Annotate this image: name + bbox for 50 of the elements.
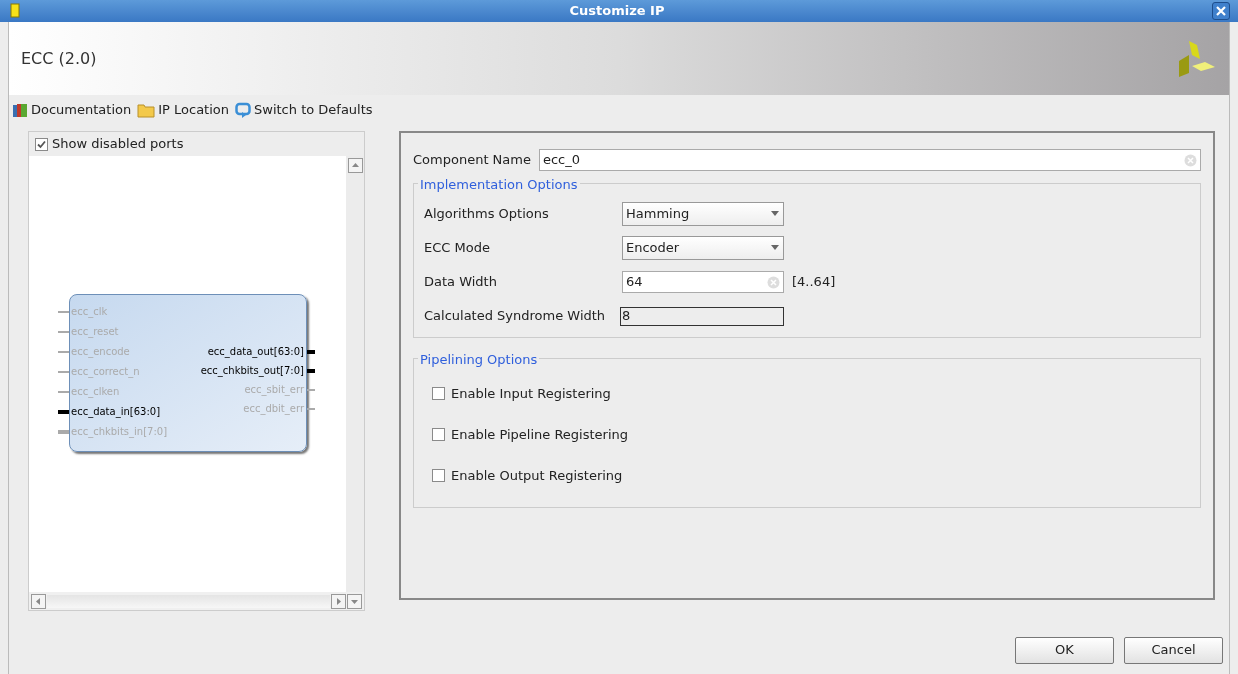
input-field[interactable]: 64 bbox=[622, 271, 784, 293]
checkbox-label: Enable Pipeline Registering bbox=[451, 425, 629, 444]
scroll-right-icon[interactable] bbox=[331, 593, 346, 609]
port-label: ecc_chkbits_out[7:0] bbox=[200, 365, 304, 377]
caret-icon bbox=[770, 245, 780, 251]
field-label: Component Name bbox=[413, 151, 531, 170]
field-label: Calculated Syndrome Width bbox=[424, 307, 607, 326]
scroll-up-icon[interactable] bbox=[347, 158, 363, 173]
checkbox[interactable] bbox=[432, 428, 445, 441]
toolbar-button[interactable]: IP Location bbox=[137, 100, 229, 120]
port-label: ecc_reset bbox=[71, 326, 119, 338]
checkbox-label: Enable Output Registering bbox=[451, 466, 623, 485]
logo-icon bbox=[1177, 38, 1217, 79]
range-hint: [4..64] bbox=[792, 273, 836, 292]
port-label: ecc_clk bbox=[71, 306, 108, 318]
toolbar-button[interactable]: Switch to Defaults bbox=[235, 100, 373, 120]
dropdown[interactable]: Encoder bbox=[622, 236, 784, 260]
caret-icon bbox=[770, 211, 780, 217]
dialog-button[interactable]: Cancel bbox=[1124, 636, 1223, 664]
field-label: Algorithms Options bbox=[424, 205, 550, 224]
field-label: Data Width bbox=[424, 273, 498, 292]
port-label: ecc_data_out[63:0] bbox=[207, 346, 304, 358]
checkbox[interactable] bbox=[35, 137, 48, 151]
port-label: ecc_dbit_err bbox=[243, 403, 304, 415]
ip-title: ECC (2.0) bbox=[21, 47, 97, 70]
books-icon bbox=[12, 102, 28, 118]
folder-icon bbox=[137, 102, 156, 118]
close-icon bbox=[1216, 6, 1226, 16]
dropdown[interactable]: Hamming bbox=[622, 202, 784, 226]
close-button[interactable] bbox=[1212, 2, 1230, 20]
port-label: ecc_encode bbox=[71, 346, 130, 358]
readonly-field: 8 bbox=[620, 306, 784, 326]
port-label: ecc_correct_n bbox=[71, 366, 140, 378]
port-label: ecc_data_in[63:0] bbox=[71, 406, 161, 418]
dialog-button[interactable]: OK bbox=[1015, 636, 1114, 664]
port-label: ecc_chkbits_in[7:0] bbox=[71, 426, 168, 438]
field-label: ECC Mode bbox=[424, 239, 491, 258]
checkbox-label: Enable Input Registering bbox=[451, 384, 611, 403]
checkbox-label: Show disabled ports bbox=[52, 135, 184, 154]
checkbox[interactable] bbox=[432, 469, 445, 482]
component-name-field[interactable]: ecc_0 bbox=[538, 149, 1201, 171]
window-title: Customize IP bbox=[568, 2, 666, 21]
scroll-down-icon[interactable] bbox=[347, 593, 362, 609]
scroll-left-icon[interactable] bbox=[31, 593, 46, 609]
toolbar-button[interactable]: Documentation bbox=[12, 100, 132, 120]
port-label: ecc_sbit_err bbox=[244, 384, 304, 396]
checkbox[interactable] bbox=[432, 387, 445, 400]
field-value: ecc_0 bbox=[542, 151, 581, 170]
port-label: ecc_clken bbox=[71, 386, 120, 398]
window-icon bbox=[8, 3, 22, 19]
